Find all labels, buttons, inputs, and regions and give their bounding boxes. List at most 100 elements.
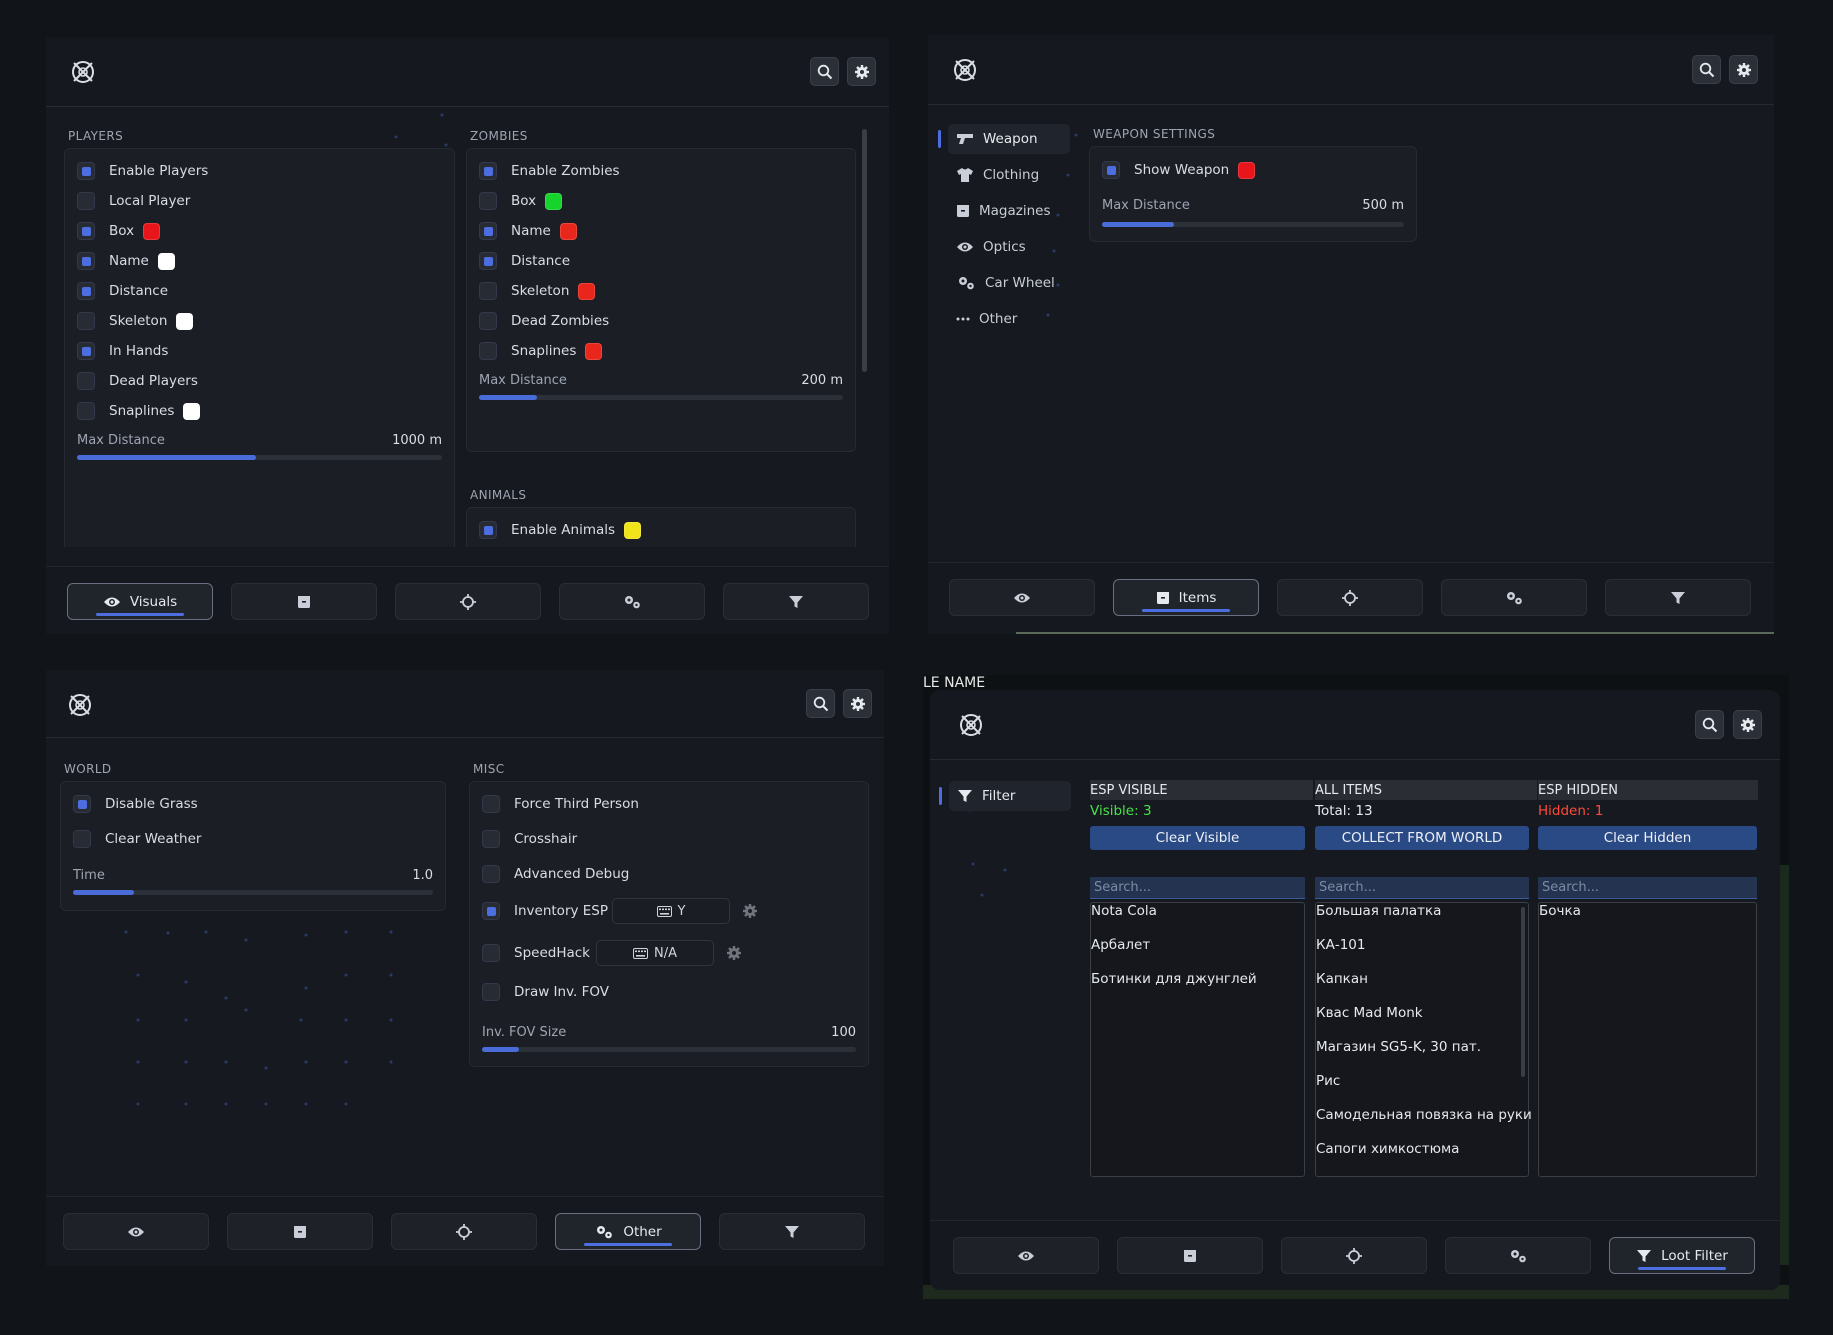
- tab-items[interactable]: Items: [1113, 579, 1259, 616]
- tab-loot-filter[interactable]: [1605, 579, 1751, 616]
- option-show-weapon[interactable]: Show Weapon: [1102, 159, 1256, 181]
- search-input[interactable]: Search...: [1090, 877, 1305, 899]
- tab-aim[interactable]: [391, 1213, 537, 1250]
- option-disable-grass[interactable]: Disable Grass: [73, 793, 198, 815]
- nav-filter[interactable]: Filter: [939, 781, 1071, 811]
- color-swatch[interactable]: [559, 222, 577, 240]
- tab-visuals[interactable]: [953, 1237, 1099, 1274]
- skeleton-checkbox[interactable]: [479, 282, 497, 300]
- distance-checkbox[interactable]: [77, 282, 95, 300]
- item-list[interactable]: Бочка: [1538, 902, 1757, 1177]
- item-list[interactable]: Nota Cola Арбалет Ботинки для джунглей: [1090, 902, 1305, 1177]
- list-item[interactable]: Самодельная повязка на руки: [1316, 1107, 1532, 1123]
- crosshair-checkbox[interactable]: [482, 830, 500, 848]
- color-swatch[interactable]: [157, 252, 175, 270]
- list-item[interactable]: Рис: [1316, 1073, 1340, 1089]
- search-input[interactable]: Search...: [1315, 877, 1529, 899]
- option-enable-animals[interactable]: Enable Animals: [479, 519, 642, 541]
- tab-other[interactable]: [559, 583, 705, 620]
- nav-optics[interactable]: Optics: [948, 232, 1070, 262]
- tab-other[interactable]: [1441, 579, 1587, 616]
- option-dead-players[interactable]: Dead Players: [77, 370, 198, 392]
- tab-aim[interactable]: [1277, 579, 1423, 616]
- tab-loot-filter[interactable]: Loot Filter: [1609, 1237, 1755, 1274]
- search-input[interactable]: Search...: [1538, 877, 1757, 899]
- distance-checkbox[interactable]: [479, 252, 497, 270]
- option-advanced-debug[interactable]: Advanced Debug: [482, 863, 629, 885]
- option-skeleton[interactable]: Skeleton: [77, 310, 194, 332]
- search-button[interactable]: [810, 57, 839, 86]
- dead-players-checkbox[interactable]: [77, 372, 95, 390]
- enable-players-checkbox[interactable]: [77, 162, 95, 180]
- color-swatch[interactable]: [183, 402, 201, 420]
- list-item[interactable]: Ботинки для джунглей: [1091, 971, 1257, 987]
- slider-track[interactable]: [77, 455, 442, 460]
- gear-icon[interactable]: [726, 945, 742, 965]
- enable-animals-checkbox[interactable]: [479, 521, 497, 539]
- draw-inv-fov-checkbox[interactable]: [482, 983, 500, 1001]
- option-distance[interactable]: Distance: [479, 250, 570, 272]
- list-item[interactable]: Nota Cola: [1091, 903, 1157, 919]
- settings-button[interactable]: [847, 57, 876, 86]
- color-swatch[interactable]: [545, 192, 563, 210]
- option-distance[interactable]: Distance: [77, 280, 168, 302]
- collect-from-world-button[interactable]: COLLECT FROM WORLD: [1315, 826, 1529, 850]
- gear-icon[interactable]: [742, 903, 758, 923]
- settings-button[interactable]: [1733, 710, 1762, 739]
- max-distance-slider[interactable]: [1102, 222, 1404, 227]
- option-in-hands[interactable]: In Hands: [77, 340, 168, 362]
- settings-button[interactable]: [1729, 55, 1758, 84]
- tab-items[interactable]: [1117, 1237, 1263, 1274]
- slider-track[interactable]: [73, 890, 433, 895]
- list-item[interactable]: Бочка: [1539, 903, 1581, 919]
- color-swatch[interactable]: [585, 342, 603, 360]
- option-snaplines[interactable]: Snaplines: [479, 340, 603, 362]
- list-item[interactable]: Капкан: [1316, 971, 1368, 987]
- tab-loot-filter[interactable]: [719, 1213, 865, 1250]
- tab-visuals[interactable]: Visuals: [67, 583, 213, 620]
- clear-weather-checkbox[interactable]: [73, 830, 91, 848]
- option-skeleton[interactable]: Skeleton: [479, 280, 596, 302]
- tab-aim[interactable]: [1281, 1237, 1427, 1274]
- tab-visuals[interactable]: [949, 579, 1095, 616]
- scrollbar[interactable]: [1521, 907, 1525, 1077]
- search-button[interactable]: [806, 689, 835, 718]
- scrollbar[interactable]: [862, 129, 867, 372]
- advanced-debug-checkbox[interactable]: [482, 865, 500, 883]
- option-inventory-esp[interactable]: Inventory ESP: [482, 900, 608, 922]
- option-crosshair[interactable]: Crosshair: [482, 828, 577, 850]
- color-swatch[interactable]: [1238, 161, 1256, 179]
- nav-clothing[interactable]: Clothing: [948, 160, 1070, 190]
- keybind-button[interactable]: Y: [612, 898, 730, 924]
- force-third-person-checkbox[interactable]: [482, 795, 500, 813]
- local-player-checkbox[interactable]: [77, 192, 95, 210]
- color-swatch[interactable]: [578, 282, 596, 300]
- inventory-esp-checkbox[interactable]: [482, 902, 500, 920]
- snaplines-checkbox[interactable]: [77, 402, 95, 420]
- keybind-button[interactable]: N/A: [596, 940, 714, 966]
- list-item[interactable]: КА-101: [1316, 937, 1365, 953]
- tab-items[interactable]: [227, 1213, 373, 1250]
- nav-weapon[interactable]: Weapon: [938, 124, 1070, 154]
- list-item[interactable]: Магазин SG5-K, 30 пат.: [1316, 1039, 1481, 1055]
- list-item[interactable]: Большая палатка: [1316, 903, 1441, 919]
- name-checkbox[interactable]: [479, 222, 497, 240]
- search-button[interactable]: [1695, 710, 1724, 739]
- box-checkbox[interactable]: [77, 222, 95, 240]
- list-item[interactable]: Сапоги химкостюма: [1316, 1141, 1459, 1157]
- nav-magazines[interactable]: Magazines: [948, 196, 1070, 226]
- list-item[interactable]: Квас Mad Monk: [1316, 1005, 1423, 1021]
- option-draw-inv-fov[interactable]: Draw Inv. FOV: [482, 981, 609, 1003]
- disable-grass-checkbox[interactable]: [73, 795, 91, 813]
- clear-visible-button[interactable]: Clear Visible: [1090, 826, 1305, 850]
- tab-visuals[interactable]: [63, 1213, 209, 1250]
- option-dead-zombies[interactable]: Dead Zombies: [479, 310, 609, 332]
- color-swatch[interactable]: [624, 521, 642, 539]
- option-snaplines[interactable]: Snaplines: [77, 400, 201, 422]
- option-force-third-person[interactable]: Force Third Person: [482, 793, 639, 815]
- option-box[interactable]: Box: [77, 220, 161, 242]
- box-checkbox[interactable]: [479, 192, 497, 210]
- tab-other[interactable]: Other: [555, 1213, 701, 1250]
- slider-track[interactable]: [479, 395, 843, 400]
- enable-zombies-checkbox[interactable]: [479, 162, 497, 180]
